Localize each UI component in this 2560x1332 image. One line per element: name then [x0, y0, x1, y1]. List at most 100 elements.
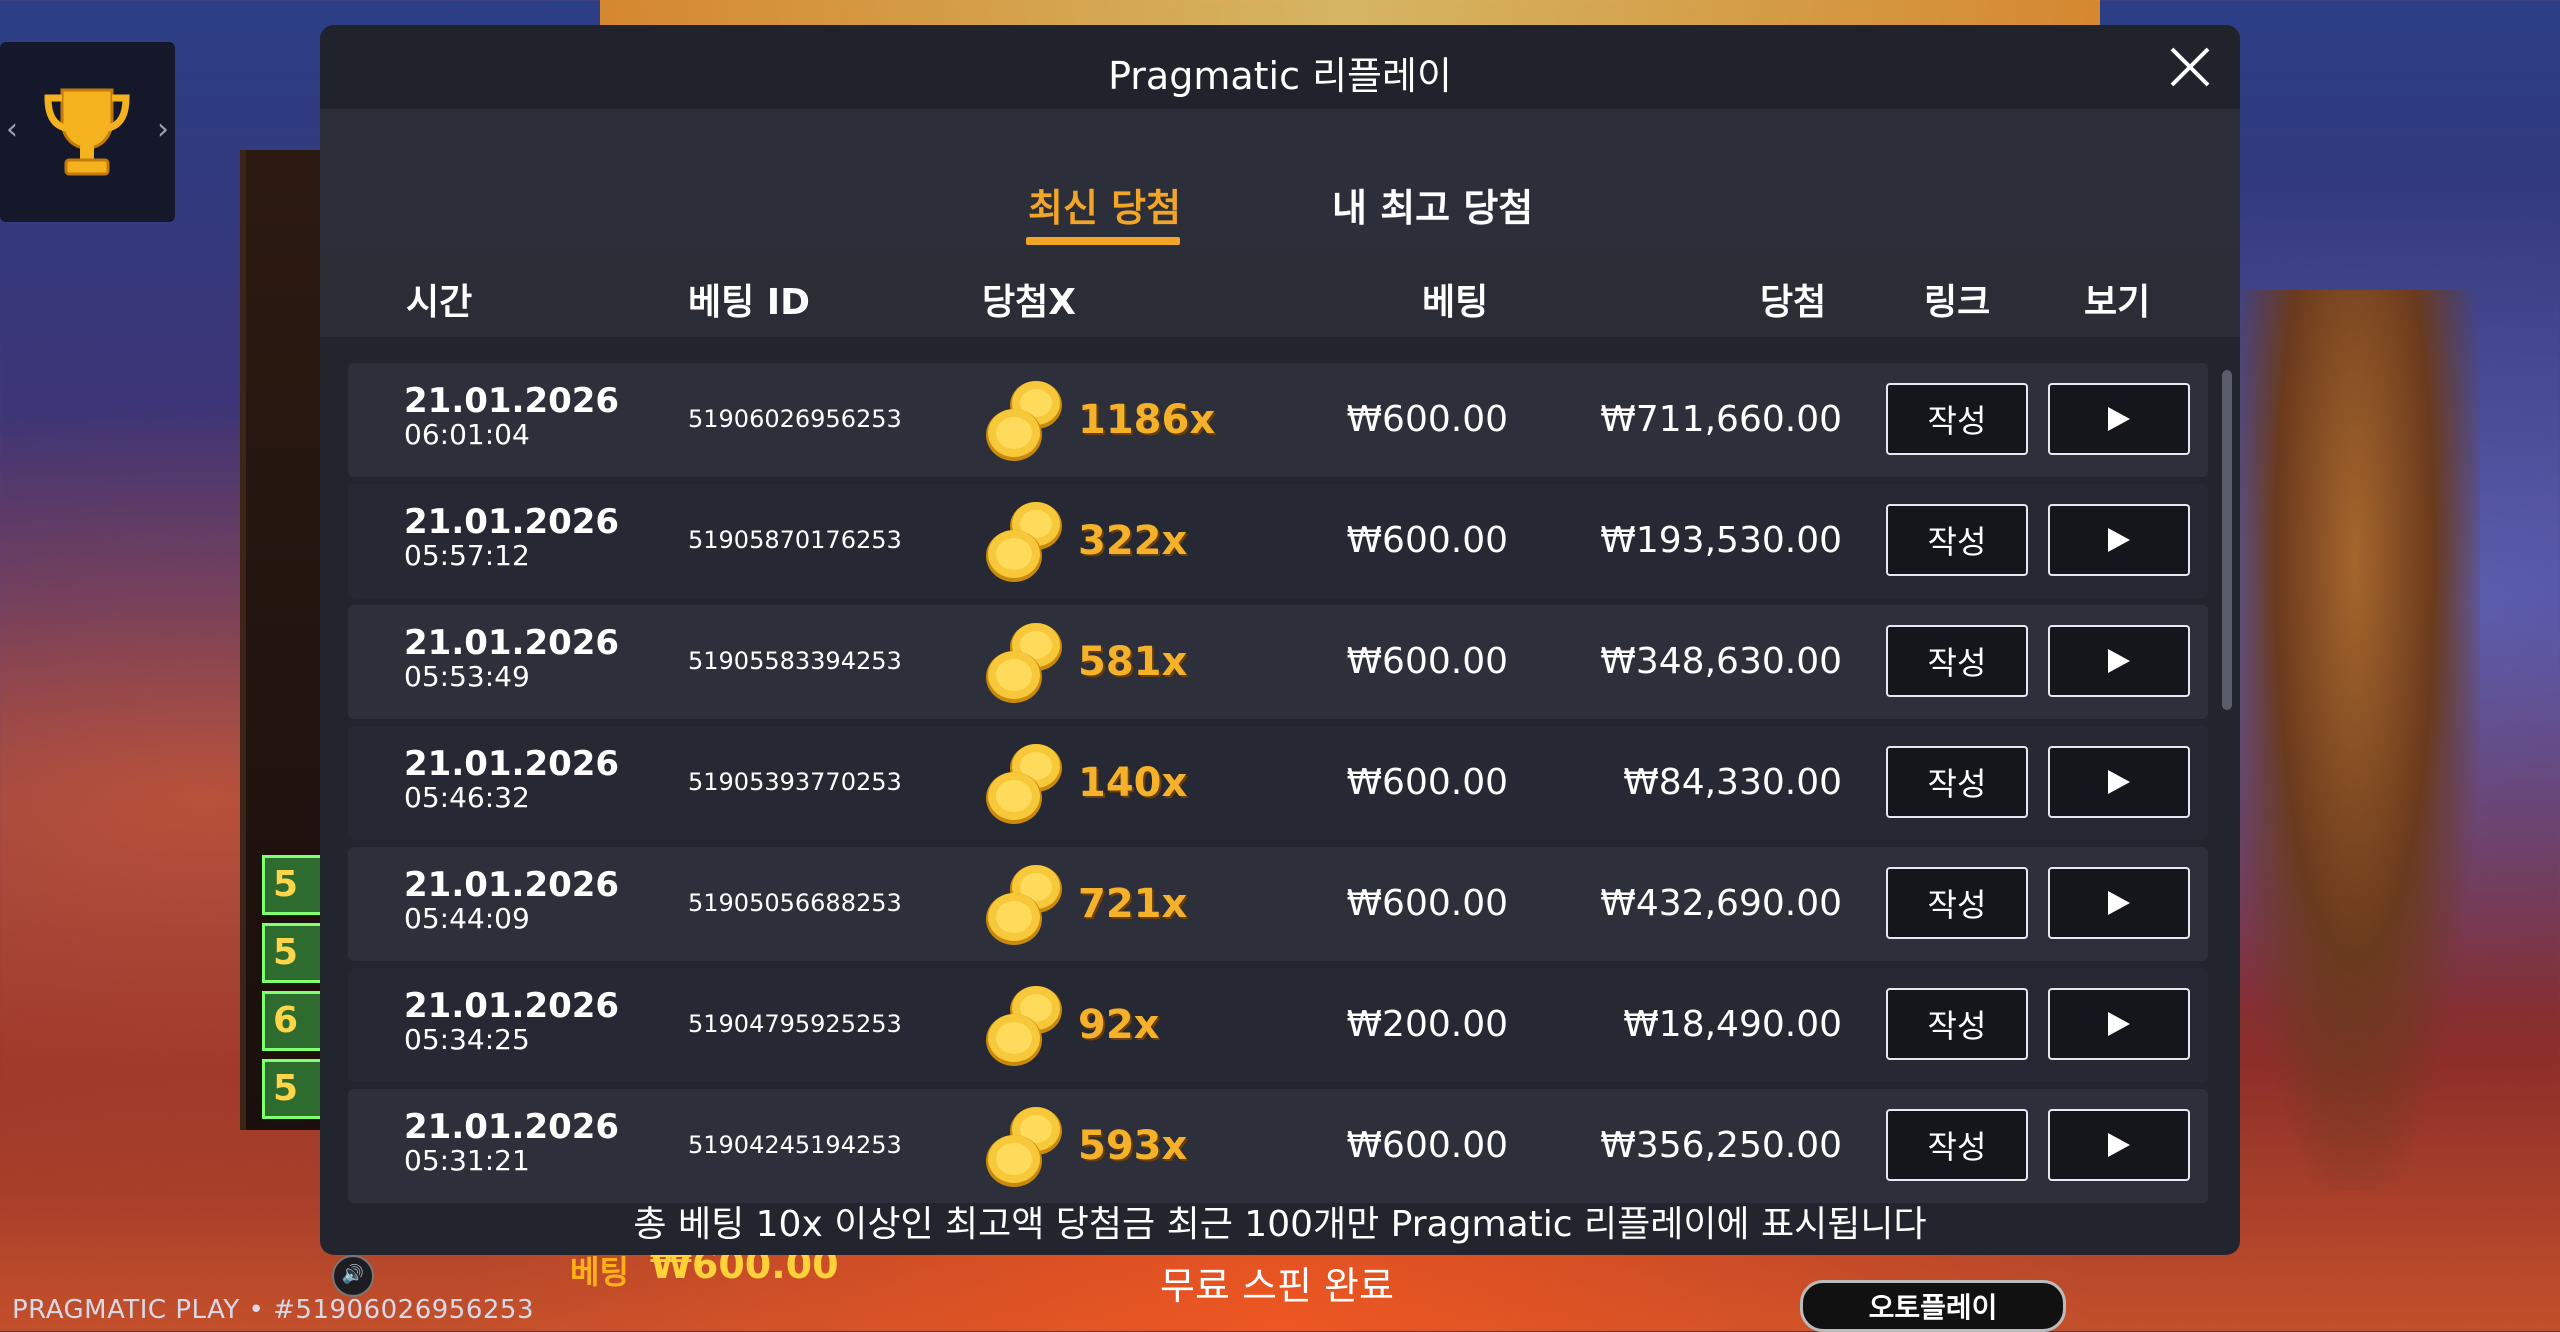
play-icon — [2108, 407, 2130, 431]
bet-cell: ₩600.00 — [1346, 1125, 1508, 1166]
column-header-view: 보기 — [2084, 282, 2151, 323]
create-link-button[interactable]: 작성 — [1886, 746, 2028, 818]
win-cell: ₩348,630.00 — [1600, 641, 1842, 682]
multiplier-cell: 581x — [1078, 639, 1188, 685]
win-cell: ₩193,530.00 — [1600, 520, 1842, 561]
tab-latest-wins[interactable]: 최신 당첨 — [1028, 177, 1181, 232]
time-cell: 21.01.2026 06:01:04 — [404, 381, 620, 451]
tab-my-top-wins[interactable]: 내 최고 당첨 — [1332, 177, 1533, 232]
trophy-icon[interactable] — [42, 82, 132, 182]
column-header-time: 시간 — [406, 282, 473, 323]
play-icon — [2108, 649, 2130, 673]
chevron-left-icon[interactable]: ‹ — [6, 112, 18, 147]
multiplier-cell: 140x — [1078, 760, 1188, 806]
bet-id-cell: 51906026956253 — [688, 405, 902, 433]
play-replay-button[interactable] — [2048, 504, 2190, 576]
table-header: 시간 베팅 ID 당첨X 베팅 당첨 링크 보기 — [320, 249, 2240, 337]
tabs-bar: 최신 당첨 내 최고 당첨 — [320, 109, 2240, 249]
date-text: 21.01.2026 — [404, 986, 620, 1026]
time-cell: 21.01.2026 05:57:12 — [404, 502, 620, 572]
play-icon — [2108, 528, 2130, 552]
multiplier-cell: 92x — [1078, 1002, 1160, 1048]
background-character — [2230, 290, 2480, 1190]
column-header-bet-id: 베팅 ID — [688, 282, 811, 323]
table-row: 21.01.2026 06:01:04 51906026956253 1186x… — [348, 363, 2208, 477]
table-row: 21.01.2026 05:46:32 51905393770253 140x … — [348, 726, 2208, 840]
date-text: 21.01.2026 — [404, 502, 620, 542]
time-text: 05:44:09 — [404, 902, 530, 935]
bet-id-cell: 51904245194253 — [688, 1131, 902, 1159]
date-text: 21.01.2026 — [404, 744, 620, 784]
multiplier-cell: 721x — [1078, 881, 1188, 927]
time-cell: 21.01.2026 05:46:32 — [404, 744, 620, 814]
bet-id-cell: 51905583394253 — [688, 647, 902, 675]
table-row: 21.01.2026 05:34:25 51904795925253 92x ₩… — [348, 968, 2208, 1082]
footer-note: 총 베팅 10x 이상인 최고액 당첨금 최근 100개만 Pragmatic … — [633, 1204, 1927, 1245]
coin-stack-icon — [986, 502, 1062, 582]
date-text: 21.01.2026 — [404, 1107, 620, 1147]
time-cell: 21.01.2026 05:44:09 — [404, 865, 620, 935]
play-replay-button[interactable] — [2048, 1109, 2190, 1181]
chevron-right-icon[interactable]: › — [157, 112, 169, 147]
column-header-win: 당첨 — [1760, 282, 1827, 323]
coin-stack-icon — [986, 986, 1062, 1066]
time-cell: 21.01.2026 05:53:49 — [404, 626, 619, 693]
bet-cell: ₩200.00 — [1346, 1004, 1508, 1045]
date-text: 21.01.2026 — [404, 381, 620, 421]
create-link-button[interactable]: 작성 — [1886, 383, 2028, 455]
scrollbar[interactable] — [2222, 370, 2232, 710]
bet-id-cell: 51905870176253 — [688, 526, 902, 554]
create-link-button[interactable]: 작성 — [1886, 1109, 2028, 1181]
close-icon — [2170, 47, 2210, 87]
active-tab-indicator — [1026, 237, 1180, 245]
play-replay-button[interactable] — [2048, 625, 2190, 697]
bet-cell: ₩600.00 — [1346, 520, 1508, 561]
bet-id-cell: 51904795925253 — [688, 1010, 902, 1038]
autoplay-button[interactable]: 오토플레이 — [1800, 1280, 2066, 1332]
game-status: 무료 스핀 완료 — [1160, 1264, 1394, 1308]
multiplier-cell: 1186x — [1078, 397, 1216, 443]
play-replay-button[interactable] — [2048, 383, 2190, 455]
coin-stack-icon — [986, 623, 1062, 703]
create-link-button[interactable]: 작성 — [1886, 504, 2028, 576]
column-header-bet: 베팅 — [1422, 282, 1489, 323]
modal-title: Pragmatic 리플레이 — [1108, 54, 1452, 98]
trophy-widget[interactable]: ‹ › — [0, 42, 175, 222]
table-row: 21.01.2026 05:31:21 51904245194253 593x … — [348, 1089, 2208, 1203]
background-glow — [600, 0, 2100, 26]
table-row: 21.01.2026 05:53:49 51905583394253 581x … — [348, 605, 2208, 719]
modal-header: Pragmatic 리플레이 — [320, 25, 2240, 109]
coin-stack-icon — [986, 744, 1062, 824]
close-button[interactable] — [2162, 39, 2218, 95]
play-replay-button[interactable] — [2048, 867, 2190, 939]
win-cell: ₩18,490.00 — [1623, 1004, 1842, 1045]
create-link-button[interactable]: 작성 — [1886, 867, 2028, 939]
table-row: 21.01.2026 05:44:09 51905056688253 721x … — [348, 847, 2208, 961]
create-link-button[interactable]: 작성 — [1886, 625, 2028, 697]
table-row: 21.01.2026 05:57:12 51905870176253 322x … — [348, 484, 2208, 598]
multiplier-cell: 322x — [1078, 518, 1188, 564]
time-text: 05:31:21 — [404, 1144, 530, 1177]
time-text: 05:57:12 — [404, 539, 530, 572]
time-text: 05:34:25 — [404, 1023, 530, 1056]
win-cell: ₩356,250.00 — [1600, 1125, 1842, 1166]
time-text: 05:53:49 — [404, 660, 530, 693]
autoplay-label: 오토플레이 — [1868, 1291, 1998, 1324]
bet-cell: ₩600.00 — [1346, 399, 1508, 440]
bet-id-cell: 51905393770253 — [688, 768, 902, 796]
play-replay-button[interactable] — [2048, 988, 2190, 1060]
create-link-button[interactable]: 작성 — [1886, 988, 2028, 1060]
brand-footer: PRAGMATIC PLAY • #51906026956253 — [12, 1295, 534, 1325]
column-header-multiplier: 당첨X — [982, 282, 1076, 323]
play-replay-button[interactable] — [2048, 746, 2190, 818]
bet-cell: ₩600.00 — [1346, 641, 1508, 682]
coin-stack-icon — [986, 865, 1062, 945]
time-cell: 21.01.2026 05:34:25 — [404, 986, 620, 1056]
play-icon — [2108, 891, 2130, 915]
coin-stack-icon — [986, 381, 1062, 461]
time-text: 06:01:04 — [404, 418, 530, 451]
time-cell: 21.01.2026 05:31:21 — [404, 1107, 620, 1177]
sound-icon[interactable]: 🔊 — [332, 1255, 374, 1297]
date-text: 21.01.2026 — [404, 865, 620, 905]
coin-stack-icon — [986, 1107, 1062, 1187]
